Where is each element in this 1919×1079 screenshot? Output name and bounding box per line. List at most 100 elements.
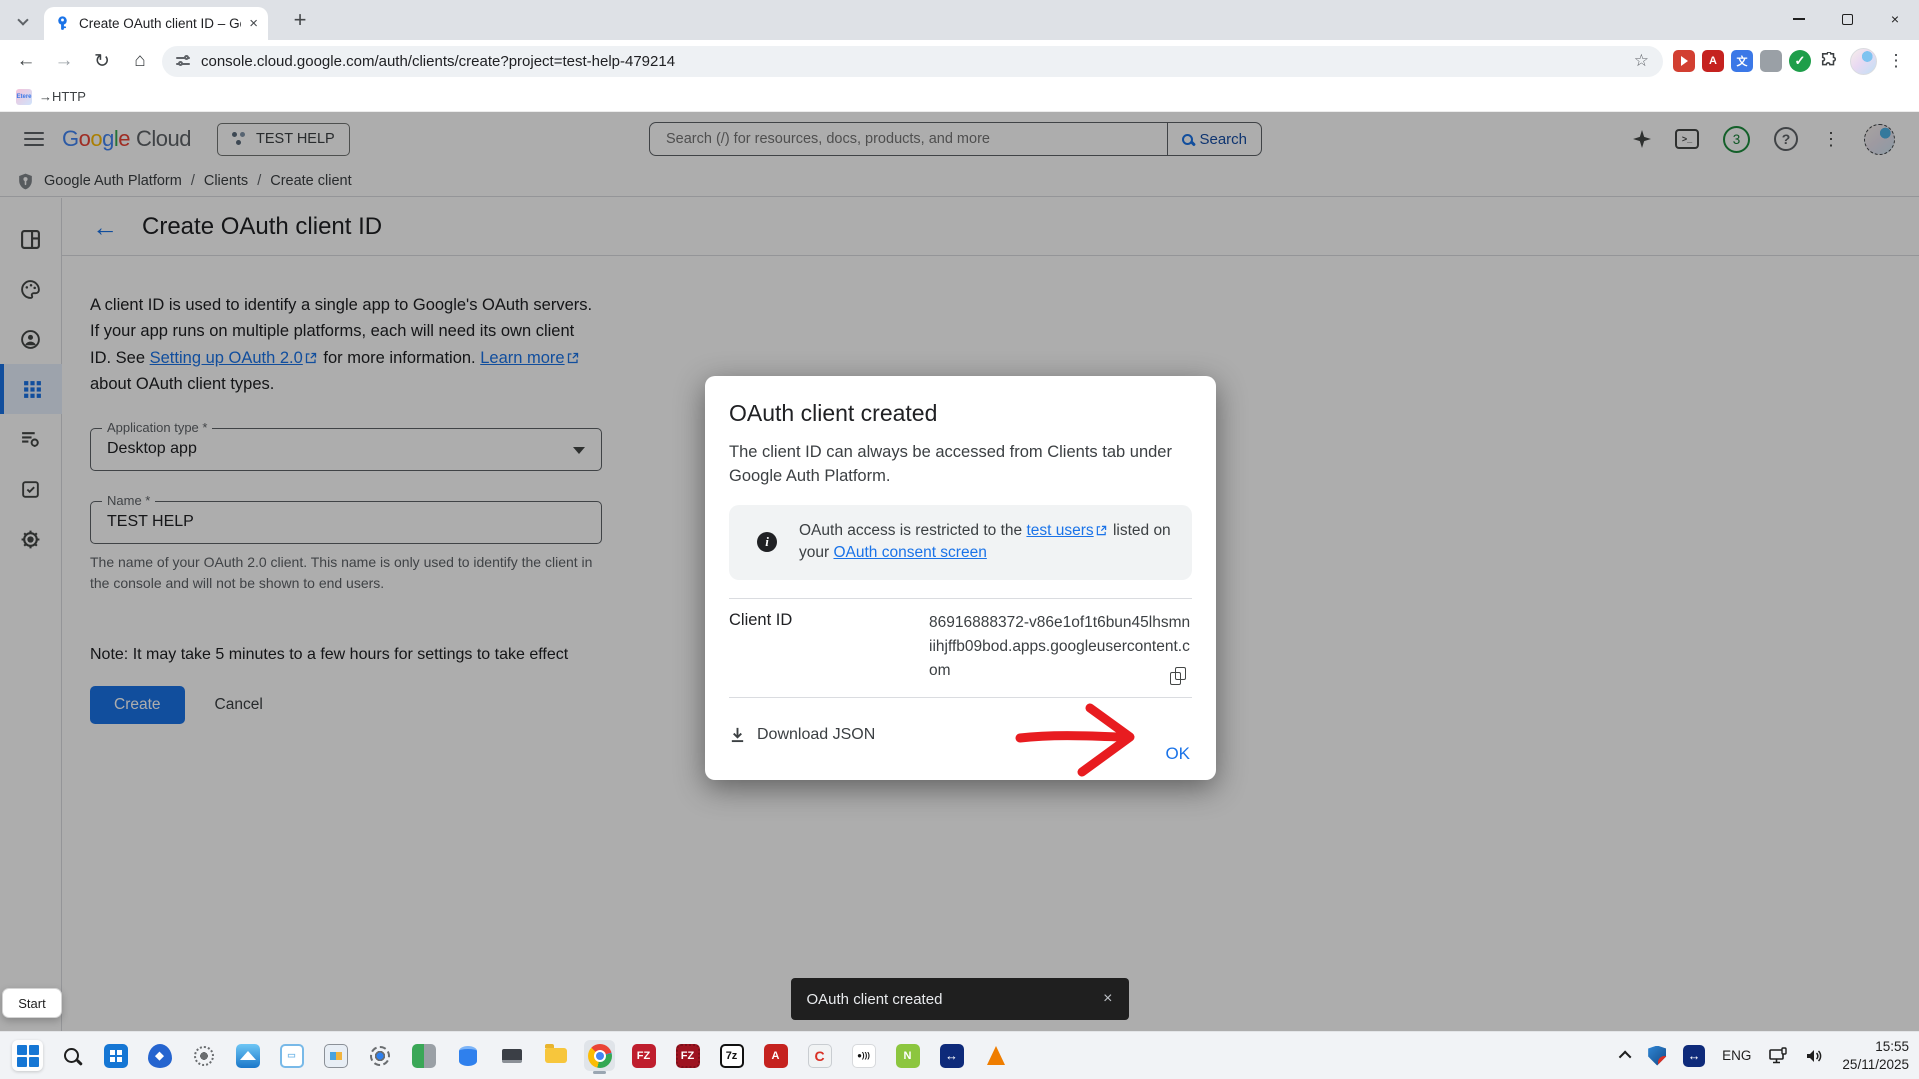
notepadpp-icon: N (896, 1044, 920, 1068)
tray-date: 25/11/2025 (1842, 1056, 1909, 1074)
taskbar-server-manager-button[interactable] (408, 1040, 439, 1071)
filezilla-icon: FZ (632, 1044, 656, 1068)
dialog-title: OAuth client created (729, 400, 1192, 427)
taskbar-explorer-button[interactable] (540, 1040, 571, 1071)
app-cube-icon: ◆ (148, 1044, 172, 1068)
snackbar-message: OAuth client created (807, 991, 943, 1008)
extension-acrobat-icon[interactable]: A (1702, 50, 1724, 72)
web-page: Google Cloud TEST HELP Search >_ 3 ? ⋮ G… (0, 112, 1919, 1031)
test-users-link[interactable]: test users (1026, 522, 1093, 539)
taskbar-app-cube-button[interactable]: ◆ (144, 1040, 175, 1071)
dialog-body-text: The client ID can always be accessed fro… (729, 441, 1201, 489)
tab-search-chevron-icon[interactable] (10, 8, 36, 34)
taskbar-ccleaner-button[interactable]: C (804, 1040, 835, 1071)
taskbar-chrome-button[interactable] (584, 1040, 615, 1071)
alert-badge: × (1658, 1056, 1671, 1069)
annotation-red-arrow (1014, 700, 1164, 778)
close-button[interactable]: × (1871, 0, 1919, 38)
download-json-button[interactable]: Download JSON (729, 726, 875, 744)
taskbar-filezilla-button[interactable]: FZ (628, 1040, 659, 1071)
info-banner: i OAuth access is restricted to the test… (729, 505, 1192, 580)
window-controls: × (1775, 0, 1919, 38)
bookmark-item[interactable]: →HTTP (39, 89, 86, 104)
sandbox-icon: ▭ (280, 1044, 304, 1068)
taskbar-settings-button[interactable] (364, 1040, 395, 1071)
address-bar[interactable]: console.cloud.google.com/auth/clients/cr… (162, 46, 1663, 77)
computer-icon (502, 1049, 522, 1063)
snackbar: OAuth client created × (791, 978, 1129, 1020)
taskbar-search-button[interactable] (56, 1040, 87, 1071)
new-tab-button[interactable]: + (286, 6, 314, 34)
tab-close-icon[interactable]: × (249, 16, 258, 31)
volume-icon[interactable] (1805, 1047, 1825, 1065)
taskbar-notepadpp-button[interactable]: N (892, 1040, 923, 1071)
url-text[interactable]: console.cloud.google.com/auth/clients/cr… (201, 53, 1624, 70)
server-globe-icon (412, 1044, 436, 1068)
extension-gray-icon[interactable] (1760, 50, 1782, 72)
extensions-puzzle-icon[interactable] (1818, 50, 1840, 72)
taskbar-display-settings-button[interactable] (320, 1040, 351, 1071)
external-link-icon (1096, 525, 1107, 536)
taskbar-vlc-button[interactable] (980, 1040, 1011, 1071)
client-id-label: Client ID (729, 611, 929, 683)
taskbar-teamviewer-button[interactable]: ↔ (936, 1040, 967, 1071)
taskbar-computer-button[interactable] (496, 1040, 527, 1071)
7zip-icon: 7z (720, 1044, 744, 1068)
screen: { "colors": { "accent": "#1a73e8", "toas… (0, 0, 1919, 1079)
bookmarks-bar: Etere →HTTP (0, 82, 1919, 112)
language-indicator[interactable]: ENG (1722, 1048, 1751, 1063)
photos-icon (236, 1044, 260, 1068)
reload-icon[interactable]: ↻ (86, 45, 118, 77)
taskbar-sandbox-button[interactable]: ▭ (276, 1040, 307, 1071)
search-icon (64, 1048, 79, 1063)
bookmark-star-icon[interactable]: ☆ (1634, 51, 1649, 71)
teamviewer-icon: ↔ (940, 1044, 964, 1068)
taskbar-7zip-button[interactable]: 7z (716, 1040, 747, 1071)
folder-icon (545, 1048, 567, 1063)
site-settings-icon[interactable] (176, 54, 191, 69)
taskbar-audiorelay-button[interactable]: ●))) (848, 1040, 879, 1071)
taskbar-photos-button[interactable] (232, 1040, 263, 1071)
chrome-icon (588, 1044, 612, 1068)
acrobat-icon: A (764, 1044, 788, 1068)
taskbar-database-button[interactable] (452, 1040, 483, 1071)
extension-idm-icon[interactable] (1673, 50, 1695, 72)
snackbar-close-icon[interactable]: × (1103, 990, 1112, 1008)
settings-gear-icon (370, 1046, 390, 1066)
system-tray: × ↔ ENG 15:55 25/11/2025 (1622, 1038, 1919, 1073)
network-icon[interactable] (1768, 1047, 1788, 1065)
minimize-button[interactable] (1775, 0, 1823, 38)
home-icon[interactable]: ⌂ (124, 45, 156, 77)
start-button[interactable] (12, 1040, 43, 1071)
audio-stream-icon: ●))) (852, 1044, 876, 1068)
download-json-label: Download JSON (757, 726, 875, 744)
defender-shield-icon[interactable]: × (1648, 1046, 1666, 1066)
browser-tab[interactable]: Create OAuth client ID – Google × (44, 7, 268, 40)
ok-button[interactable]: OK (1165, 744, 1190, 764)
taskbar-gears-app-button[interactable] (188, 1040, 219, 1071)
gears-icon (194, 1046, 214, 1066)
taskbar-store-button[interactable] (100, 1040, 131, 1071)
download-icon (729, 726, 746, 743)
browser-profile-avatar[interactable] (1850, 48, 1877, 75)
tray-chevron-up-icon[interactable] (1619, 1051, 1632, 1064)
tray-time: 15:55 (1842, 1038, 1909, 1056)
browser-menu-icon[interactable]: ⋮ (1883, 51, 1909, 71)
start-tooltip: Start (2, 988, 62, 1018)
back-icon[interactable]: ← (10, 45, 42, 77)
oauth-key-favicon-icon (54, 15, 71, 32)
copy-icon[interactable] (1170, 667, 1186, 685)
tab-title: Create OAuth client ID – Google (79, 16, 241, 31)
extension-translate-icon[interactable]: 文 (1731, 50, 1753, 72)
tray-teamviewer-icon[interactable]: ↔ (1683, 1045, 1705, 1067)
tray-clock[interactable]: 15:55 25/11/2025 (1842, 1038, 1909, 1073)
maximize-button[interactable] (1823, 0, 1871, 38)
taskbar-filezilla-server-button[interactable]: FZ (672, 1040, 703, 1071)
taskbar-acrobat-button[interactable]: A (760, 1040, 791, 1071)
browser-tab-strip: Create OAuth client ID – Google × + × (0, 0, 1919, 40)
forward-icon[interactable]: → (48, 45, 80, 77)
database-icon (459, 1046, 477, 1066)
extension-antivirus-icon[interactable]: ✓ (1789, 50, 1811, 72)
oauth-consent-screen-link[interactable]: OAuth consent screen (833, 544, 986, 561)
taskbar: ◆ ▭ FZ FZ 7z A C ●))) N ↔ × ↔ ENG 15:55 … (0, 1031, 1919, 1079)
